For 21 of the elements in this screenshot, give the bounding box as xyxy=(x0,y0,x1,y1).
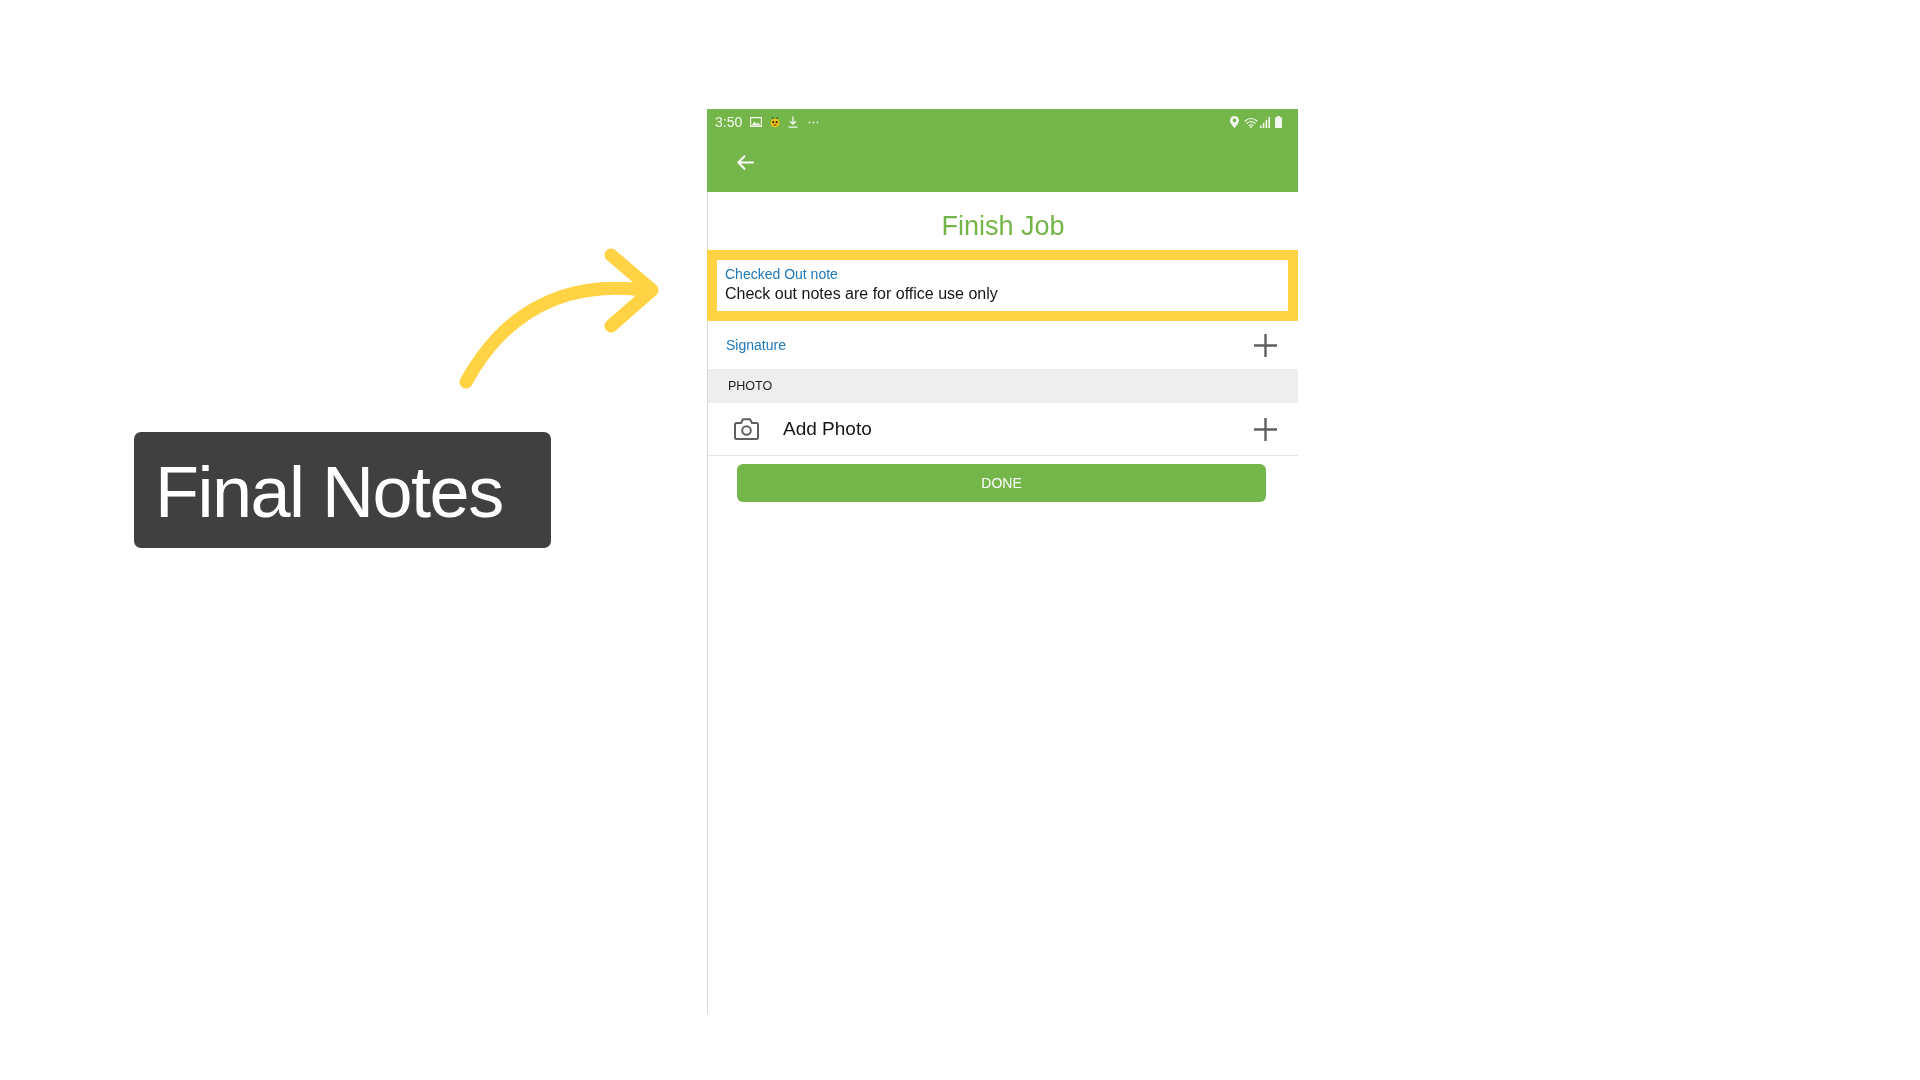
curved-arrow-icon xyxy=(459,248,659,389)
bug-icon xyxy=(769,116,782,128)
page-title: Finish Job xyxy=(941,210,1065,242)
wifi-icon xyxy=(1244,116,1258,128)
field-value: Check out notes are for office use only xyxy=(725,284,998,304)
status-time: 3:50 xyxy=(715,114,743,130)
add-photo-row[interactable]: Add Photo xyxy=(708,403,1298,456)
download-icon xyxy=(788,116,799,128)
more-dots-icon xyxy=(808,120,820,124)
plus-icon[interactable] xyxy=(1254,333,1277,357)
back-arrow-icon xyxy=(737,155,754,170)
signal-icon xyxy=(1260,116,1270,128)
section-header: PHOTO xyxy=(708,369,1298,403)
location-pin-icon xyxy=(1230,116,1239,128)
battery-icon xyxy=(1275,116,1282,128)
signature-row[interactable]: Signature xyxy=(708,321,1298,369)
camera-icon xyxy=(734,418,759,440)
field-label: Checked Out note xyxy=(725,266,838,283)
plus-icon[interactable] xyxy=(1254,417,1277,441)
image-icon xyxy=(750,117,763,127)
callout-label: Final Notes xyxy=(134,432,551,548)
